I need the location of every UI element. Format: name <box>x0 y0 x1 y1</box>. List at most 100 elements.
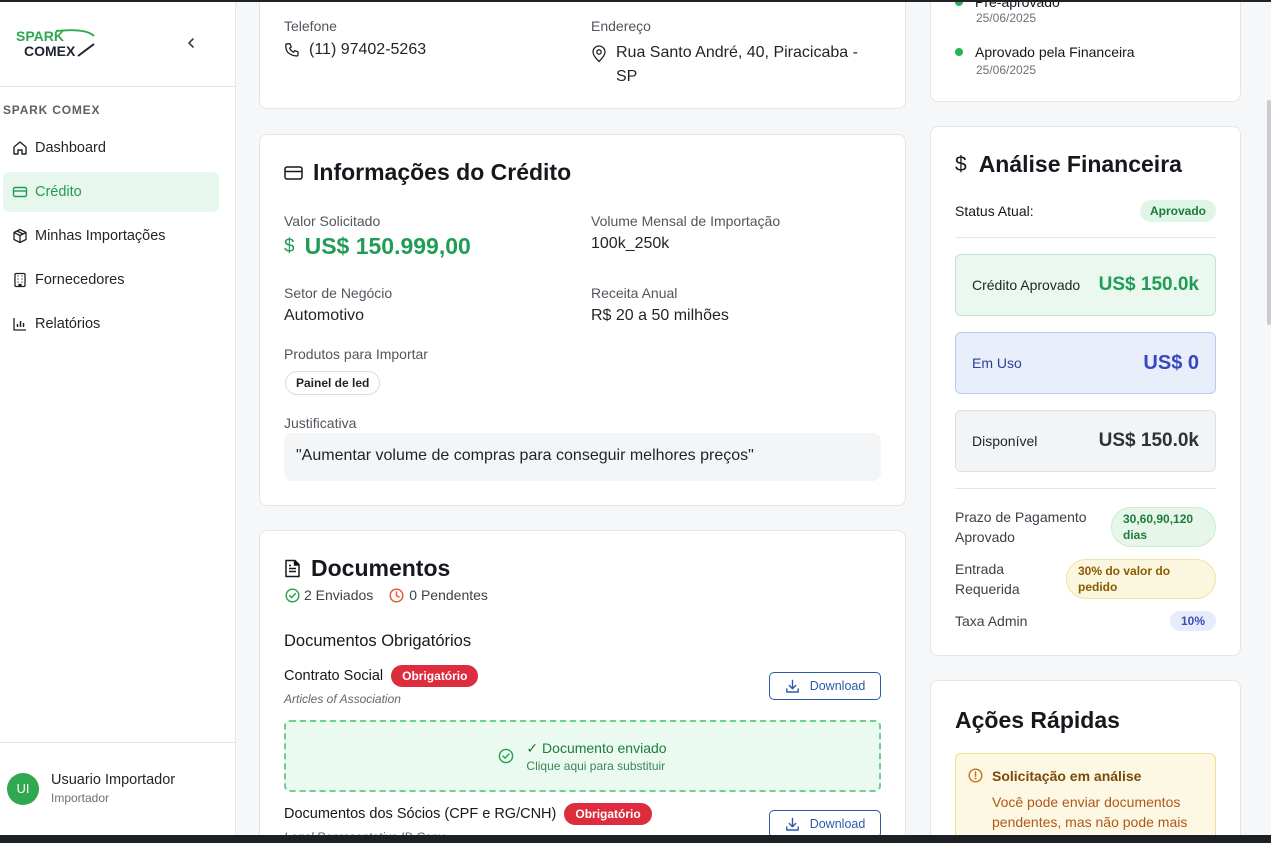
download-button[interactable]: Download <box>769 672 881 700</box>
sidebar-item-label: Crédito <box>35 184 82 200</box>
available-label: Disponível <box>972 433 1038 449</box>
divider <box>955 237 1216 238</box>
required-badge: Obrigatório <box>564 803 652 825</box>
map-pin-icon <box>591 45 607 63</box>
collapse-sidebar-button[interactable] <box>181 33 201 53</box>
payment-term-value-2: dias <box>1123 528 1148 542</box>
address-label: Endereço <box>591 18 651 34</box>
user-profile[interactable]: UI Usuario Importador Importador <box>7 772 175 805</box>
documents-pending-count: 0 Pendentes <box>409 587 488 603</box>
page-scrollbar[interactable] <box>1267 100 1271 325</box>
alert-line-2: pendentes, mas não pode mais <box>992 814 1188 830</box>
alert-circle-icon <box>968 768 983 783</box>
dollar-icon: $ <box>955 152 967 176</box>
document-subtitle: Articles of Association <box>284 692 401 706</box>
logo[interactable]: SPARK COMEX <box>16 26 98 60</box>
approved-credit-label: Crédito Aprovado <box>972 277 1081 293</box>
down-payment-value-1: 30% do valor do <box>1078 564 1171 578</box>
financial-analysis-title: Análise Financeira <box>978 151 1182 177</box>
divider <box>955 488 1216 489</box>
receita-label: Receita Anual <box>591 285 678 301</box>
credit-card-icon <box>12 184 28 200</box>
payment-term-tag: 30,60,90,120 dias <box>1111 507 1216 547</box>
file-text-icon <box>284 559 301 578</box>
sidebar-item-label: Relatórios <box>35 316 101 332</box>
approved-credit-box: Crédito Aprovado US$ 150.0k <box>955 254 1216 316</box>
sidebar-item-label: Dashboard <box>35 140 106 156</box>
package-icon <box>12 228 28 244</box>
documents-title: Documentos <box>311 555 451 581</box>
payment-term-label-1: Prazo de Pagamento <box>955 509 1087 525</box>
in-use-label: Em Uso <box>972 355 1022 371</box>
sidebar-item-fornecedores[interactable]: Fornecedores <box>3 260 219 300</box>
status-badge: Aprovado <box>1139 200 1216 222</box>
admin-fee-label: Taxa Admin <box>955 613 1028 629</box>
bar-chart-icon <box>12 316 28 332</box>
volume-value: 100k_250k <box>591 235 670 252</box>
sidebar-item-label: Fornecedores <box>35 272 125 288</box>
upload-hint: Clique aqui para substituir <box>526 758 666 773</box>
timeline-label: Aprovado pela Financeira <box>975 44 1135 60</box>
user-role: Importador <box>51 791 110 805</box>
download-label: Download <box>809 817 866 831</box>
sidebar-footer-divider <box>0 742 235 743</box>
chevron-left-icon <box>188 38 194 48</box>
alert-line-1: Você pode enviar documentos <box>992 794 1181 810</box>
sidebar-item-relatorios[interactable]: Relatórios <box>3 304 219 344</box>
analysis-alert: Solicitação em análise Você pode enviar … <box>955 753 1216 843</box>
available-box: Disponível US$ 150.0k <box>955 410 1216 472</box>
credit-info-title: Informações do Crédito <box>313 159 572 185</box>
dollar-icon: $ <box>284 235 295 257</box>
upload-status: ✓ Documento enviado <box>526 739 667 756</box>
check-circle-icon <box>285 587 300 603</box>
product-tag: Painel de led <box>285 371 381 395</box>
address-line1: Rua Santo André, 40, Piracicaba - <box>616 44 858 61</box>
available-value: US$ 150.0k <box>1098 430 1199 451</box>
sidebar-item-dashboard[interactable]: Dashboard <box>3 128 219 168</box>
financial-analysis-card: $ Análise Financeira Status Atual: Aprov… <box>930 126 1241 656</box>
check-circle-icon <box>498 748 514 764</box>
required-documents-title: Documentos Obrigatórios <box>284 632 472 650</box>
in-use-box: Em Uso US$ 0 <box>955 332 1216 394</box>
sidebar-divider <box>0 86 235 87</box>
documents-card: Documentos 2 Enviados 0 Pendentes Docume… <box>259 530 906 843</box>
payment-term-value-1: 30,60,90,120 <box>1123 512 1194 526</box>
sidebar-item-minhas-importacoes[interactable]: Minhas Importações <box>3 216 219 256</box>
setor-value: Automotivo <box>284 307 365 324</box>
phone-icon <box>284 42 300 58</box>
status-timeline-card: Pré-aprovado 25/06/2025 Aprovado pela Fi… <box>930 0 1241 102</box>
approved-credit-value: US$ 150.0k <box>1098 274 1199 295</box>
phone-label: Telefone <box>284 18 337 34</box>
clock-icon <box>389 587 404 603</box>
down-payment-label-2: Requerida <box>955 581 1020 597</box>
quick-actions-title: Ações Rápidas <box>955 707 1120 733</box>
justificativa-label: Justificativa <box>284 415 357 431</box>
user-name: Usuario Importador <box>51 772 176 788</box>
sidebar: SPARK COMEX SPARK COMEX Dashboard Crédit… <box>0 0 236 835</box>
download-icon <box>785 817 800 832</box>
document-name: Contrato Social <box>284 668 384 684</box>
timeline-date: 25/06/2025 <box>976 63 1037 77</box>
sidebar-item-credito[interactable]: Crédito <box>3 172 219 212</box>
download-icon <box>785 679 800 694</box>
download-label: Download <box>809 679 866 693</box>
status-label: Status Atual: <box>955 203 1034 219</box>
building-icon <box>12 272 28 288</box>
logo-line2: COMEX <box>24 43 76 59</box>
credit-info-card: Informações do Crédito Valor Solicitado … <box>259 134 906 506</box>
status-dot <box>955 48 963 56</box>
receita-value: R$ 20 a 50 milhões <box>591 307 729 324</box>
quick-actions-card: Ações Rápidas Solicitação em análise Voc… <box>930 680 1241 843</box>
document-upload-area[interactable]: ✓ Documento enviado Clique aqui para sub… <box>284 720 881 792</box>
home-icon <box>12 140 28 156</box>
address-line2: SP <box>616 68 638 85</box>
credit-card-icon <box>284 165 303 181</box>
sidebar-nav: Dashboard Crédito Minhas Importações For… <box>0 128 235 348</box>
admin-fee-tag: 10% <box>1169 611 1216 631</box>
in-use-value: US$ 0 <box>1143 351 1199 374</box>
window-top-edge <box>0 0 1271 2</box>
valor-solicitado-label: Valor Solicitado <box>284 213 381 229</box>
avatar: UI <box>7 772 39 805</box>
download-button[interactable]: Download <box>769 810 881 838</box>
sidebar-item-label: Minhas Importações <box>35 228 166 244</box>
